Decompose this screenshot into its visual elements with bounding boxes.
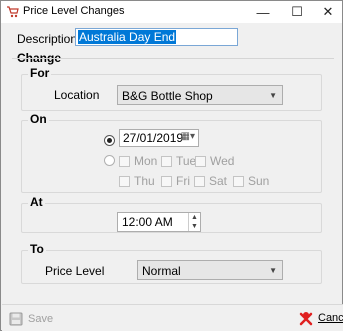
date-radio[interactable]	[104, 135, 115, 146]
cancel-label: Cancel	[318, 312, 343, 324]
floppy-disk-icon	[9, 312, 23, 326]
cancel-icon	[299, 312, 313, 326]
day-checkbox-wed[interactable]: Wed	[195, 154, 234, 168]
to-heading: To	[28, 242, 46, 256]
day-label: Thu	[134, 174, 155, 188]
for-heading: For	[28, 66, 52, 80]
time-picker[interactable]: 12:00 AM ▲ ▼	[117, 212, 201, 232]
checkbox-box	[161, 155, 172, 167]
day-label: Sat	[209, 174, 228, 188]
time-value: 12:00 AM	[122, 215, 173, 229]
description-value: Australia Day End	[78, 30, 177, 44]
checkbox-box	[119, 175, 130, 187]
description-input[interactable]: Australia Day End	[75, 28, 238, 46]
save-label: Save	[28, 313, 54, 325]
day-label: Sun	[248, 174, 270, 188]
day-label: Mon	[134, 154, 158, 168]
day-checkbox-fri[interactable]: Fri	[161, 174, 190, 188]
date-value: 27/01/2019	[123, 131, 184, 145]
checkbox-box	[195, 155, 206, 167]
day-checkbox-sun[interactable]: Sun	[233, 174, 269, 188]
time-spinner[interactable]: ▲ ▼	[188, 213, 200, 231]
day-label: Wed	[210, 154, 235, 168]
save-button[interactable]: Save	[9, 312, 53, 326]
day-checkbox-tue[interactable]: Tue	[161, 154, 196, 168]
chevron-down-icon: ▼	[269, 266, 277, 275]
day-label: Tue	[176, 154, 197, 168]
checkbox-box	[161, 175, 172, 187]
date-picker[interactable]: 27/01/2019 ▦▾	[119, 129, 199, 147]
checkbox-box	[194, 175, 205, 187]
location-select[interactable]: B&G Bottle Shop ▼	[117, 85, 283, 105]
chevron-down-icon: ▼	[269, 91, 277, 100]
day-checkbox-mon[interactable]: Mon	[119, 154, 157, 168]
title-bar: Price Level Changes — ☐ ✕	[1, 1, 342, 23]
day-label: Fri	[176, 174, 190, 188]
close-button[interactable]: ✕	[313, 1, 343, 23]
price-level-value: Normal	[142, 264, 181, 278]
checkbox-box	[233, 175, 244, 187]
price-level-select[interactable]: Normal ▼	[137, 260, 283, 280]
day-checkbox-sat[interactable]: Sat	[194, 174, 227, 188]
description-label: Description	[17, 32, 78, 46]
footer-bar: Save Cancel	[2, 304, 343, 331]
maximize-button[interactable]: ☐	[282, 1, 312, 23]
cart-icon	[7, 6, 19, 18]
on-heading: On	[28, 112, 49, 126]
at-heading: At	[28, 195, 45, 209]
location-label: Location	[54, 88, 100, 102]
price-level-label: Price Level	[45, 264, 105, 278]
calendar-dropdown-icon[interactable]: ▦▾	[181, 131, 195, 142]
checkbox-box	[119, 155, 130, 167]
location-value: B&G Bottle Shop	[122, 89, 213, 103]
weekday-radio[interactable]	[104, 155, 115, 166]
window-title: Price Level Changes	[23, 5, 125, 17]
minimize-button[interactable]: —	[248, 1, 278, 23]
day-checkbox-thu[interactable]: Thu	[119, 174, 155, 188]
price-level-changes-window: Price Level Changes — ☐ ✕ Description Au…	[0, 0, 343, 331]
cancel-button[interactable]: Cancel	[298, 310, 343, 326]
